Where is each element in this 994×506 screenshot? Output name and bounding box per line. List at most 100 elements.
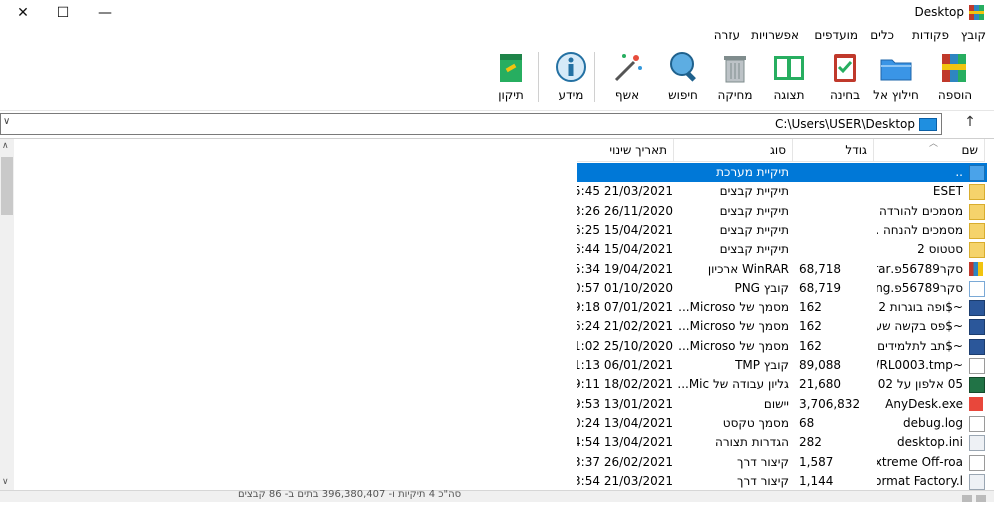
view-button[interactable]: תצוגה [766, 48, 812, 106]
doc-icon [969, 319, 985, 336]
file-type: קיצור דרך [737, 454, 789, 469]
find-button[interactable]: חיפוש [660, 48, 706, 106]
file-type: קובץ TMP [735, 358, 789, 372]
menu-bar: קובץ פקודות כלים מועדפים אפשרויות עזרה [0, 26, 994, 46]
file-row[interactable]: 13/01/2021 09:53 יישום 3,706,832 AnyDesk.ex… [577, 395, 987, 414]
file-size: 1,144 [799, 473, 834, 488]
file-list: ∧ ∨ תאריך שינוי סוג גודל שם ︿ תיקיית מער… [0, 138, 994, 491]
scroll-thumb[interactable] [1, 157, 13, 215]
winrar-app-icon [969, 5, 984, 20]
wizard-button[interactable]: אשף [604, 48, 650, 106]
file-row[interactable]: תיקיית מערכת.. [577, 163, 987, 182]
file-type: תיקיית קבצים [719, 242, 789, 257]
file-name: AnyDesk.exe [885, 396, 963, 411]
file-row[interactable]: 21/02/2021 16:24 מסמך של Microso... 162 ~$פ… [577, 317, 987, 336]
file-type: תיקיית מערכת [716, 165, 789, 179]
file-name: 05 אלפון על 202... [877, 377, 963, 392]
file-modified: 18/02/2021 09:11 [577, 377, 673, 392]
menu-help[interactable]: עזרה [714, 28, 740, 42]
vertical-scrollbar[interactable]: ∧ ∨ [0, 139, 14, 491]
info-label: מידע [558, 88, 584, 102]
test-button[interactable]: בחינה [822, 48, 868, 106]
file-row[interactable]: 26/02/2021 13:37 קיצור דרך 1,587 Extreme Of… [577, 453, 987, 472]
file-name: ~$ופה בוגרות 2.... [877, 300, 963, 315]
repair-kit-icon [494, 50, 528, 84]
menu-tools[interactable]: כלים [870, 28, 894, 42]
file-row[interactable]: 13/04/2021 20:24 מסמך טקסט 68 debug.log [577, 414, 987, 433]
add-button[interactable]: הוספה [932, 48, 978, 106]
extract-label: חילוץ אל [873, 88, 919, 102]
file-type: יישום [763, 396, 789, 411]
file-type: מסמך של Microso... [678, 300, 789, 315]
menu-file[interactable]: קובץ [961, 28, 986, 42]
file-name: Format Factory.l... [877, 473, 963, 488]
file-type: WinRAR ארכיון [707, 261, 789, 276]
address-path: C:\Users\USER\Desktop [775, 117, 915, 131]
file-row[interactable]: 21/03/2021 13:54 קיצור דרך 1,144 Format Fac… [577, 472, 987, 491]
file-row[interactable]: 21/03/2021 15:45 תיקיית קבצים ESET [577, 182, 987, 201]
info-button[interactable]: מידע [548, 48, 594, 106]
menu-commands[interactable]: פקודות [912, 28, 949, 42]
status-bar: סה"כ 4 תיקיות ו- 396,380,407 בתים ב- 86 … [0, 489, 994, 502]
up-folder-button[interactable]: ↑ [958, 114, 982, 134]
file-modified: 06/01/2021 21:13 [577, 358, 673, 372]
file-modified: 21/03/2021 13:54 [577, 473, 673, 488]
file-row[interactable]: 19/04/2021 15:34 WinRAR ארכיון 68,718 סקר56… [577, 260, 987, 279]
address-field[interactable]: ∨ C:\Users\USER\Desktop [0, 113, 942, 135]
archive-add-icon [938, 50, 972, 84]
file-size: 162 [799, 300, 822, 315]
trash-icon [718, 50, 752, 84]
folder-blue-icon [969, 165, 985, 181]
file-type: תיקיית קבצים [719, 203, 789, 218]
file-row[interactable]: 15/04/2021 16:25 תיקיית קבצים מסמכים להנחה… [577, 221, 987, 240]
file-name: מסמכים להנחה ... [877, 222, 963, 237]
xls-icon [969, 377, 985, 394]
file-name: desktop.ini [897, 435, 963, 450]
title-bar: ✕ ☐ — Desktop [0, 0, 994, 26]
file-row[interactable]: 07/01/2021 19:18 מסמך של Microso... 162 ~$ו… [577, 298, 987, 317]
file-icon [969, 415, 985, 432]
folder-icon [969, 203, 985, 220]
png-icon [969, 280, 985, 297]
file-row[interactable]: 26/11/2020 23:26 תיקיית קבצים מסמכים להורד… [577, 202, 987, 221]
delete-button[interactable]: מחיקה [712, 48, 758, 106]
book-view-icon [772, 50, 806, 84]
address-bar: ∨ C:\Users\USER\Desktop ↑ [0, 112, 994, 136]
file-modified: 13/04/2021 14:54 [577, 435, 673, 450]
file-row[interactable]: 06/01/2021 21:13 קובץ TMP 89,088 ~WRL0003.t… [577, 356, 987, 375]
file-icon [969, 358, 985, 374]
column-header-size[interactable]: גודל [793, 139, 874, 162]
scroll-up-icon[interactable]: ∧ [2, 141, 9, 151]
folder-icon [919, 118, 937, 131]
gear-icon [969, 435, 985, 452]
status-text: סה"כ 4 תיקיות ו- 396,380,407 בתים ב- 86 … [238, 489, 462, 500]
doc-icon [969, 338, 985, 355]
scroll-down-icon[interactable]: ∨ [2, 477, 9, 487]
menu-options[interactable]: אפשרויות [751, 28, 799, 42]
file-name: מסמכים להורדה ... [877, 203, 963, 218]
file-row[interactable]: 15/04/2021 16:44 תיקיית קבצים סטטוס 2 [577, 240, 987, 259]
column-header-modified[interactable]: תאריך שינוי [577, 139, 674, 162]
file-row[interactable]: 18/02/2021 09:11 גליון עבודה של Mic... 21,… [577, 375, 987, 394]
file-name: סקר56789פ.png [877, 280, 963, 295]
menu-favorites[interactable]: מועדפים [814, 28, 858, 42]
extract-button[interactable]: חילוץ אל [873, 48, 919, 106]
maximize-button[interactable]: ☐ [40, 0, 86, 26]
file-row[interactable]: 25/10/2020 21:02 מסמך של Microso... 162 ~$ת… [577, 337, 987, 356]
column-header-type[interactable]: סוג [674, 139, 793, 162]
file-size: 89,088 [799, 358, 841, 372]
file-name: ~WRL0003.tmp [877, 358, 963, 372]
file-name: Extreme Off-roa... [877, 454, 963, 469]
chevron-down-icon[interactable]: ∨ [3, 116, 10, 127]
file-row[interactable]: 01/10/2020 20:57 קובץ PNG 68,719 סקר56789פ.… [577, 279, 987, 298]
magnifier-icon [666, 50, 700, 84]
file-modified: 07/01/2021 19:18 [577, 300, 673, 315]
file-row[interactable]: 13/04/2021 14:54 הגדרות תצורה 282 desktop.i… [577, 433, 987, 452]
folder-icon [969, 242, 985, 259]
repair-button[interactable]: תיקון [488, 48, 534, 106]
file-modified: 26/02/2021 13:37 [577, 454, 673, 469]
minimize-button[interactable]: — [82, 0, 128, 26]
folder-extract-icon [879, 50, 913, 84]
file-type: גליון עבודה של Mic... [677, 377, 789, 392]
clipboard-check-icon [828, 50, 862, 84]
